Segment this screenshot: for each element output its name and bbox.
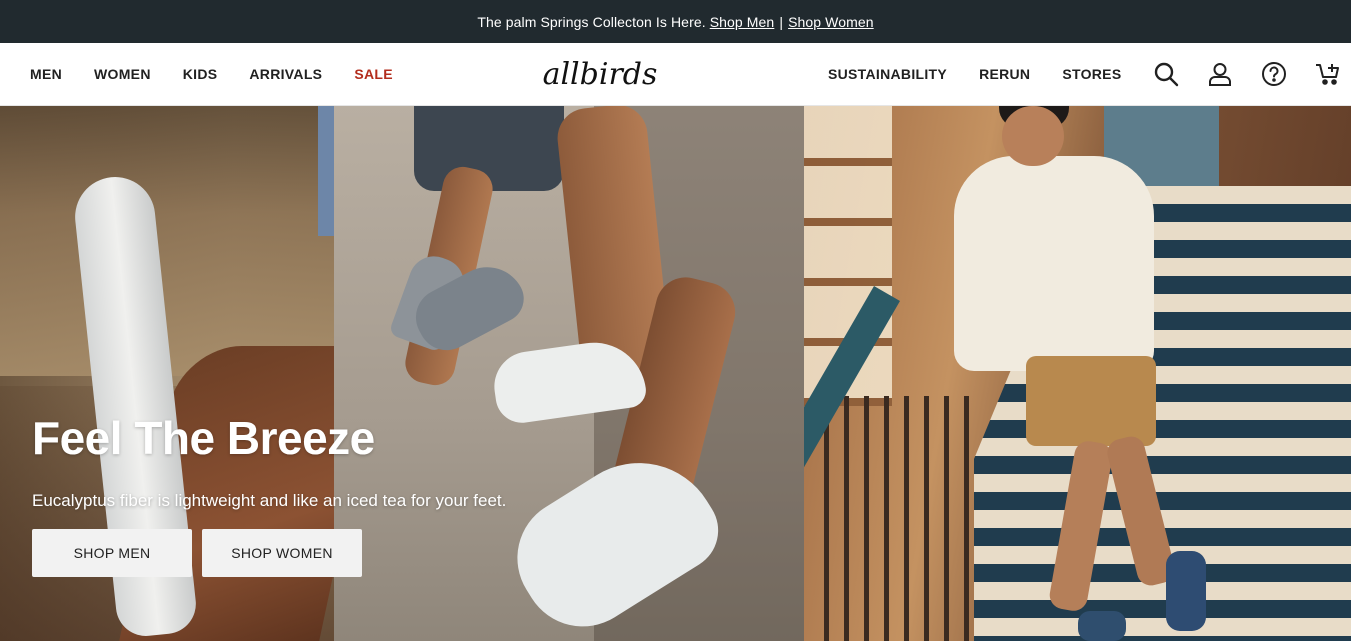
nav-right-links: SUSTAINABILITY RERUN STORES <box>828 43 1343 105</box>
nav-link-sale[interactable]: SALE <box>354 66 393 82</box>
nav-link-rerun[interactable]: RERUN <box>979 66 1030 82</box>
cart-icon[interactable] <box>1313 59 1343 89</box>
nav-link-sustainability[interactable]: SUSTAINABILITY <box>828 66 947 82</box>
shop-men-button[interactable]: SHOP MEN <box>32 529 192 577</box>
hero-subtitle: Eucalyptus fiber is lightweight and like… <box>32 491 507 510</box>
help-icon[interactable] <box>1259 59 1289 89</box>
nav-link-women[interactable]: WOMEN <box>94 66 151 82</box>
hero-image-stairs-model <box>804 106 1351 641</box>
shop-women-link[interactable]: Shop Women <box>788 14 874 30</box>
announcement-bar: The palm Springs Collecton Is Here. Shop… <box>0 0 1351 43</box>
announcement-text: The palm Springs Collecton Is Here. <box>477 13 706 30</box>
nav-link-men[interactable]: MEN <box>30 66 62 82</box>
nav-link-arrivals[interactable]: ARRIVALS <box>249 66 322 82</box>
search-icon[interactable] <box>1151 59 1181 89</box>
nav-left-links: MEN WOMEN KIDS ARRIVALS SALE <box>30 43 425 105</box>
hero-image-pavement-shoes <box>334 106 804 641</box>
hero-title: Feel The Breeze <box>32 412 375 464</box>
shop-women-button[interactable]: SHOP WOMEN <box>202 529 362 577</box>
nav-link-stores[interactable]: STORES <box>1062 66 1121 82</box>
shop-men-link[interactable]: Shop Men <box>710 14 775 30</box>
logo-text: allbirds <box>542 56 658 92</box>
announcement-separator: | <box>779 13 784 30</box>
nav-link-kids[interactable]: KIDS <box>183 66 218 82</box>
main-navigation: MEN WOMEN KIDS ARRIVALS SALE allbirds SU… <box>0 43 1351 106</box>
hero-banner: Feel The Breeze Eucalyptus fiber is ligh… <box>0 106 1351 641</box>
allbirds-logo[interactable]: allbirds <box>540 51 660 97</box>
account-icon[interactable] <box>1205 59 1235 89</box>
